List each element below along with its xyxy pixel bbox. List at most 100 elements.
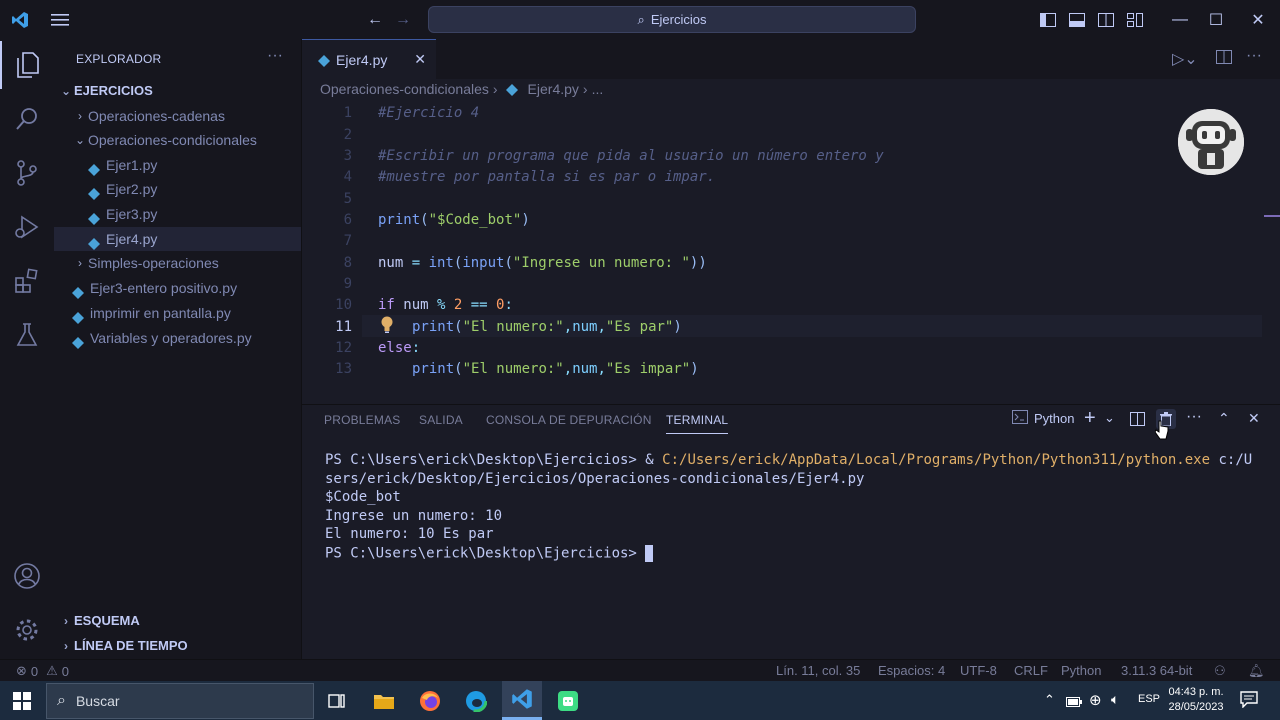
lightbulb-icon[interactable] (380, 316, 394, 334)
task-view-icon[interactable] (317, 681, 357, 720)
new-terminal-icon[interactable]: + (1084, 407, 1096, 430)
split-editor-icon[interactable] (1216, 49, 1232, 70)
run-debug-icon[interactable] (0, 203, 54, 251)
toggle-secondary-sidebar-icon[interactable] (1094, 0, 1118, 39)
breadcrumb-symbol[interactable]: ... (592, 81, 604, 97)
notification-center-icon[interactable] (1240, 691, 1258, 713)
maximize-panel-icon[interactable]: ⌃ (1218, 410, 1230, 427)
file-explorer-icon[interactable] (364, 681, 404, 720)
terminal-shell-selector[interactable]: Python (1012, 410, 1074, 427)
network-globe-icon[interactable]: ⊕ (1089, 691, 1102, 709)
outline-section[interactable]: › ESQUEMA (58, 609, 302, 633)
tree-file-variables[interactable]: Variables y operadores.py (72, 326, 302, 350)
end-of-line[interactable]: CRLF (1014, 663, 1048, 678)
code-line-13[interactable]: print("El numero:",num,"Es impar") (412, 361, 699, 377)
search-icon[interactable] (0, 95, 54, 143)
customize-layout-icon[interactable] (1123, 0, 1147, 39)
tab-terminal[interactable]: TERMINAL (666, 413, 729, 434)
testing-icon[interactable] (0, 311, 54, 359)
source-control-icon[interactable] (0, 149, 54, 197)
code-line-8[interactable]: num = int(input("Ingrese un numero: ")) (378, 255, 707, 271)
workspace-root[interactable]: ⌄ EJERCICIOS (58, 79, 302, 103)
language-mode[interactable]: Python (1061, 663, 1101, 678)
notifications-bell-icon[interactable]: 🔔︎ (1248, 663, 1265, 679)
split-terminal-icon[interactable] (1130, 412, 1145, 431)
accounts-icon[interactable] (0, 552, 54, 600)
close-tab-icon[interactable]: ✕ (414, 51, 426, 68)
maximize-icon[interactable]: ☐ (1196, 0, 1236, 39)
code-line-1[interactable]: #Ejercicio 4 (378, 105, 479, 121)
taskbar-search[interactable]: ⌕ Buscar (46, 683, 314, 719)
back-arrow-icon[interactable]: ← (362, 0, 388, 39)
code-line-3[interactable]: #Escribir un programa que pida al usuari… (378, 148, 884, 164)
code-token-punct: , (597, 319, 606, 335)
forward-arrow-icon[interactable]: → (390, 0, 416, 39)
cursor-position[interactable]: Lín. 11, col. 35 (776, 663, 860, 678)
tree-folder-operaciones-condicionales[interactable]: ⌄ Operaciones-condicionales (72, 128, 302, 152)
code-token-function: int (428, 255, 454, 271)
clock[interactable]: 04:43 p. m. 28/05/2023 (1166, 685, 1226, 715)
explorer-icon[interactable] (0, 41, 54, 89)
system-tray-chevron-icon[interactable]: ⌃ (1044, 692, 1055, 708)
minimize-icon[interactable]: — (1160, 0, 1200, 39)
toggle-sidebar-icon[interactable] (1036, 0, 1060, 39)
tree-folder-simples-operaciones[interactable]: › Simples-operaciones (72, 251, 302, 275)
tree-folder-operaciones-cadenas[interactable]: › Operaciones-cadenas (72, 104, 302, 128)
line-number: 13 (335, 361, 352, 377)
close-window-icon[interactable]: ✕ (1238, 0, 1278, 39)
code-token-keyword: if (378, 297, 404, 313)
title-bar: ← → ⌕ Ejercicios — ☐ ✕ (0, 0, 1280, 39)
close-panel-icon[interactable]: ✕ (1248, 410, 1260, 427)
problems-status[interactable]: ⊗ 0 ⚠ 0 (16, 663, 69, 679)
encoding[interactable]: UTF-8 (960, 663, 997, 678)
tree-file-ejer2[interactable]: Ejer2.py (88, 177, 302, 201)
command-center-search[interactable]: ⌕ Ejercicios (428, 6, 916, 33)
extensions-icon[interactable] (0, 257, 54, 305)
code-token-keyword: else (378, 340, 412, 356)
android-app-icon[interactable] (548, 681, 588, 720)
volume-icon[interactable]: 🔈︎ (1111, 691, 1119, 708)
more-actions-icon[interactable]: ··· (267, 47, 283, 65)
input-language[interactable]: ESP (1138, 693, 1160, 705)
firefox-icon[interactable] (410, 681, 450, 720)
workspace-root-label: EJERCICIOS (74, 83, 153, 98)
editor-more-icon[interactable]: ··· (1246, 47, 1262, 65)
code-line-6[interactable]: print("$Code_bot") (378, 212, 530, 228)
tab-debug-console[interactable]: CONSOLA DE DEPURACIÓN (486, 413, 652, 427)
code-line-4[interactable]: #muestre por pantalla si es par o impar. (378, 169, 715, 185)
panel-more-icon[interactable]: ··· (1186, 408, 1202, 426)
tree-file-ejer3[interactable]: Ejer3.py (88, 202, 302, 226)
tree-file-ejer1[interactable]: Ejer1.py (88, 153, 302, 177)
tree-file-imprimir[interactable]: imprimir en pantalla.py (72, 301, 302, 325)
toggle-panel-icon[interactable] (1065, 0, 1089, 39)
line-number: 4 (343, 169, 352, 185)
indentation[interactable]: Espacios: 4 (878, 663, 945, 678)
code-token-variable: num (403, 297, 438, 313)
feedback-icon[interactable]: ⚇ (1214, 663, 1226, 679)
tree-file-ejer4[interactable]: Ejer4.py (54, 227, 301, 251)
shell-label: Python (1034, 411, 1075, 426)
python-interpreter[interactable]: 3.11.3 64-bit (1121, 663, 1192, 678)
breadcrumb-folder[interactable]: Operaciones-condicionales (320, 81, 489, 97)
tab-problems[interactable]: PROBLEMAS (324, 413, 401, 427)
edge-browser-icon[interactable] (456, 681, 496, 720)
windows-start-icon[interactable] (2, 681, 42, 720)
tab-ejer4[interactable]: Ejer4.py ✕ (302, 39, 436, 79)
menu-icon[interactable] (46, 0, 74, 39)
vscode-taskbar-icon[interactable] (502, 681, 542, 720)
tree-file-ejer3-entero[interactable]: Ejer3-entero positivo.py (72, 276, 302, 300)
chevron-right-icon: › (492, 81, 498, 97)
tab-output[interactable]: SALIDA (419, 413, 463, 427)
terminal-prompt: PS C:\Users\erick\Desktop\Ejercicios> & (325, 452, 663, 468)
battery-icon[interactable] (1066, 694, 1082, 712)
breadcrumb-file[interactable]: Ejer4.py (528, 81, 579, 97)
run-python-icon[interactable]: ▷⌄ (1172, 49, 1198, 69)
code-line-11[interactable]: print("El numero:",num,"Es par") (412, 319, 682, 335)
terminal-line[interactable]: PS C:\Users\erick\Desktop\Ejercicios> (325, 545, 654, 562)
timeline-section[interactable]: › LÍNEA DE TIEMPO (58, 634, 302, 658)
code-line-10[interactable]: if num % 2 == 0: (378, 297, 513, 313)
settings-gear-icon[interactable] (0, 606, 54, 654)
tree-item-label: imprimir en pantalla.py (90, 305, 231, 321)
chevron-down-icon[interactable]: ⌄ (1104, 410, 1115, 426)
code-line-12[interactable]: else: (378, 340, 420, 356)
